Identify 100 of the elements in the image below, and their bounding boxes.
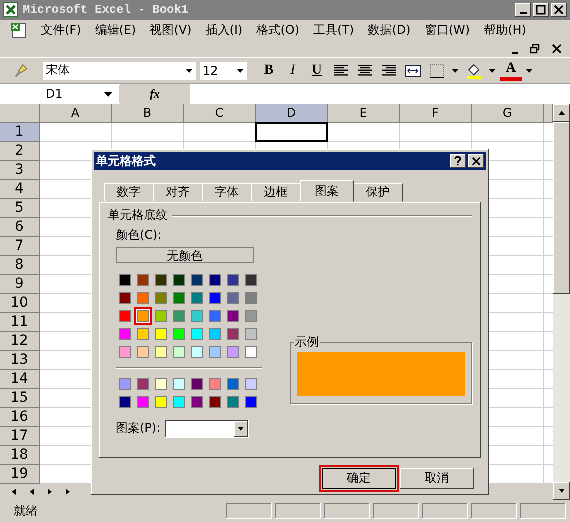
column-header[interactable]: G	[472, 104, 544, 124]
status-pane	[226, 503, 272, 520]
function-button[interactable]: fx	[120, 84, 190, 104]
left-arrow-icon	[10, 488, 18, 496]
excel-logo-icon	[3, 2, 19, 18]
font-dropdown[interactable]: 宋体	[42, 60, 197, 81]
menu-item[interactable]: 窗口(W)	[418, 22, 478, 40]
select-all-button[interactable]	[0, 104, 40, 124]
column-header[interactable]: D	[256, 104, 328, 124]
status-pane	[471, 503, 517, 520]
minimize-icon	[520, 12, 526, 14]
close-icon	[472, 156, 480, 166]
brush-icon	[13, 62, 29, 79]
column-header[interactable]: C	[184, 104, 256, 124]
no-color-button[interactable]: 无颜色	[116, 247, 254, 264]
row-header[interactable]: 2	[0, 142, 40, 162]
close-button[interactable]	[551, 2, 567, 17]
color-swatch[interactable]	[134, 307, 152, 326]
maximize-button[interactable]	[533, 2, 549, 17]
row-header[interactable]: 5	[0, 199, 40, 218]
status-text: 就绪	[14, 502, 38, 520]
row-header[interactable]: 12	[0, 332, 40, 352]
dropdown-arrow-icon[interactable]	[526, 68, 533, 73]
row-header[interactable]: 19	[0, 465, 40, 484]
bold-button[interactable]: B	[258, 60, 280, 82]
left-arrow-icon	[28, 488, 36, 496]
row-header[interactable]: 13	[0, 351, 40, 370]
dropdown-arrow-icon	[236, 424, 245, 433]
row-header[interactable]: 3	[0, 161, 40, 180]
row-header[interactable]: 4	[0, 180, 40, 200]
cancel-button[interactable]: 取消	[400, 468, 474, 490]
pattern-label: 图案(P):	[116, 420, 161, 438]
align-icon	[358, 64, 372, 77]
down-arrow-icon	[558, 487, 566, 496]
column-header[interactable]: A	[40, 104, 112, 124]
right-arrow-icon	[64, 488, 72, 496]
active-cell[interactable]	[255, 122, 328, 142]
row-header[interactable]: 8	[0, 256, 40, 276]
section-title: 单元格底纹	[108, 207, 168, 224]
row-header[interactable]: 6	[0, 218, 40, 238]
menu-item[interactable]: 文件(F)	[34, 22, 88, 40]
dialog-tab[interactable]: 对齐	[153, 183, 203, 202]
status-pane	[520, 503, 566, 520]
menu-item[interactable]: 编辑(E)	[88, 22, 144, 40]
close-button[interactable]	[468, 154, 484, 168]
question-mark-icon	[454, 156, 462, 166]
row-header[interactable]: 9	[0, 275, 40, 294]
dialog-tab[interactable]: 保护	[353, 183, 403, 202]
align-icon	[334, 64, 348, 77]
menu-item[interactable]: 工具(T)	[306, 22, 362, 40]
ok-button[interactable]: 确定	[322, 468, 396, 490]
up-arrow-icon	[558, 109, 566, 118]
dropdown-arrow-icon	[237, 68, 244, 73]
merge-cells-icon	[405, 64, 421, 77]
menu-item[interactable]: 视图(V)	[143, 22, 199, 40]
row-header[interactable]: 7	[0, 237, 40, 256]
menu-item[interactable]: 帮助(H)	[477, 22, 534, 40]
menu-item[interactable]: 格式(O)	[250, 22, 307, 40]
minimize-button[interactable]	[515, 2, 531, 17]
row-header[interactable]: 14	[0, 370, 40, 390]
paint-bucket-icon	[466, 62, 482, 79]
italic-button[interactable]: I	[282, 60, 304, 82]
row-header[interactable]: 16	[0, 408, 40, 428]
workbook-icon[interactable]	[10, 22, 28, 40]
underline-button[interactable]: U	[306, 60, 328, 82]
restore-icon[interactable]	[530, 44, 540, 54]
dialog-title: 单元格格式	[96, 152, 156, 170]
column-header[interactable]: F	[400, 104, 472, 124]
dropdown-arrow-icon[interactable]	[452, 68, 459, 73]
row-header[interactable]: 1	[0, 123, 40, 142]
pattern-dropdown[interactable]	[164, 420, 249, 438]
close-icon	[554, 4, 564, 15]
status-pane	[275, 503, 321, 520]
minimize-icon[interactable]	[512, 52, 518, 54]
menu-item[interactable]: 数据(D)	[361, 22, 418, 40]
close-icon[interactable]	[552, 44, 562, 54]
row-header[interactable]: 17	[0, 427, 40, 446]
help-button[interactable]	[450, 154, 466, 168]
dialog-tab[interactable]: 数字	[104, 183, 154, 202]
window-title: Microsoft Excel - Book1	[23, 2, 189, 17]
align-icon	[382, 64, 396, 77]
column-header[interactable]: E	[328, 104, 400, 124]
column-header[interactable]: B	[112, 104, 184, 124]
dropdown-arrow-icon[interactable]	[489, 68, 496, 73]
status-pane	[373, 503, 419, 520]
color-label: 颜色(C):	[116, 227, 163, 244]
vertical-scrollbar[interactable]	[553, 104, 570, 500]
dialog-tab[interactable]: 图案	[300, 180, 354, 202]
dropdown-arrow-icon	[186, 68, 193, 73]
dialog-tab[interactable]: 字体	[202, 183, 252, 202]
menu-item[interactable]: 插入(I)	[198, 22, 250, 40]
right-arrow-icon	[46, 488, 54, 496]
row-header[interactable]: 10	[0, 294, 40, 314]
dialog-tab[interactable]: 边框	[251, 183, 301, 202]
column-header[interactable]	[544, 104, 553, 124]
row-header[interactable]: 15	[0, 389, 40, 408]
row-header[interactable]: 11	[0, 313, 40, 332]
row-header[interactable]: 18	[0, 446, 40, 466]
font-size-dropdown[interactable]: 12	[199, 60, 248, 81]
status-pane	[422, 503, 468, 520]
